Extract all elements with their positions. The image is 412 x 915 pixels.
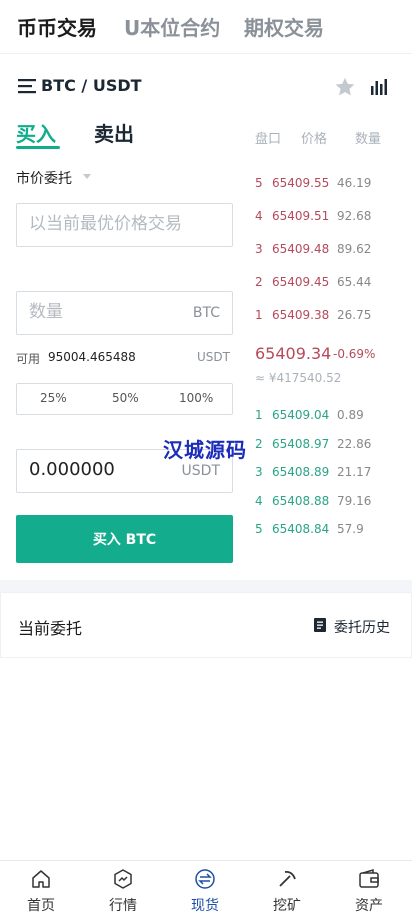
nav-home[interactable]: 首页: [0, 861, 82, 915]
nav-spot[interactable]: 现货: [164, 861, 246, 915]
section-divider: [0, 580, 412, 592]
bid-qty: 0.89: [337, 408, 364, 422]
nav-label: 行情: [109, 898, 137, 914]
orderbook-header-qty: 数量: [355, 132, 382, 147]
bid-level: 4: [255, 494, 263, 508]
bid-price: 65408.89: [272, 465, 330, 479]
ask-qty: 89.62: [337, 242, 372, 256]
mining-icon: [279, 870, 296, 887]
nav-label: 挖矿: [273, 898, 301, 914]
buy-tab[interactable]: 买入: [16, 118, 56, 147]
nav-mining[interactable]: 挖矿: [246, 861, 328, 915]
orderbook-header-price: 价格: [301, 132, 328, 147]
available-value: 95004.465488: [48, 350, 136, 364]
ask-level: 1: [255, 308, 263, 322]
active-tab-underline: [16, 146, 60, 149]
ask-price: 65409.48: [272, 242, 330, 256]
ask-qty: 92.68: [337, 209, 372, 223]
total-unit: USDT: [181, 463, 220, 479]
bid-level: 3: [255, 465, 263, 479]
amount-field[interactable]: BTC: [16, 291, 233, 335]
ask-level: 5: [255, 176, 263, 190]
buy-btc-button[interactable]: 买入 BTC: [16, 515, 233, 563]
bid-qty: 21.17: [337, 465, 372, 479]
order-type-select[interactable]: 市价委托: [16, 168, 72, 188]
total-input[interactable]: [29, 459, 169, 480]
current-orders-section: 当前委托 委托历史: [0, 592, 412, 658]
amount-unit: BTC: [192, 305, 220, 321]
ask-qty: 26.75: [337, 308, 372, 322]
available-unit: USDT: [197, 350, 230, 364]
caret-down-icon[interactable]: [83, 174, 91, 179]
ask-level: 2: [255, 275, 263, 289]
ask-price: 65409.55: [272, 176, 330, 190]
document-icon: [314, 618, 326, 632]
bid-level: 1: [255, 408, 263, 422]
bid-qty: 57.9: [337, 522, 364, 536]
bottom-nav: 首页 行情 现货 挖矿 资产: [0, 860, 412, 915]
bid-qty: 22.86: [337, 437, 372, 451]
kline-chart-icon[interactable]: [370, 78, 388, 96]
bid-price: 65408.97: [272, 437, 330, 451]
watermark-text: 汉城源码: [163, 438, 247, 462]
home-icon: [32, 870, 50, 888]
available-label: 可用: [16, 352, 41, 366]
tab-spot-trading[interactable]: 币币交易: [17, 12, 97, 41]
price-change: -0.69%: [333, 347, 376, 361]
ask-level: 4: [255, 209, 263, 223]
pair-header: BTC / USDT: [0, 72, 412, 102]
price-cny: ≈ ¥417540.52: [255, 371, 342, 385]
percent-selector: 25% 50% 100%: [16, 383, 233, 415]
ask-qty: 46.19: [337, 176, 372, 190]
last-price: 65409.34: [255, 344, 332, 363]
nav-label: 首页: [27, 898, 55, 914]
ask-qty: 65.44: [337, 275, 372, 289]
nav-label: 现货: [191, 898, 219, 914]
pair-name[interactable]: BTC / USDT: [41, 76, 142, 95]
amount-input[interactable]: [29, 302, 169, 322]
bid-level: 5: [255, 522, 263, 536]
bid-price: 65408.84: [272, 522, 330, 536]
tab-usdt-futures[interactable]: U本位合约: [124, 12, 220, 41]
sell-tab[interactable]: 卖出: [94, 118, 134, 147]
bid-qty: 79.16: [337, 494, 372, 508]
percent-25-button[interactable]: 25%: [40, 391, 67, 405]
current-orders-title: 当前委托: [18, 619, 83, 638]
menu-lines-icon[interactable]: [18, 78, 36, 94]
top-tabs: 币币交易 U本位合约 期权交易: [0, 0, 412, 54]
percent-100-button[interactable]: 100%: [179, 391, 213, 405]
bid-price: 65408.88: [272, 494, 330, 508]
nav-assets[interactable]: 资产: [328, 861, 410, 915]
nav-market[interactable]: 行情: [82, 861, 164, 915]
wallet-icon: [359, 868, 379, 888]
star-icon[interactable]: [334, 76, 356, 98]
price-input[interactable]: [29, 214, 224, 234]
order-history-label: 委托历史: [334, 620, 390, 636]
market-icon: [114, 869, 132, 889]
ask-level: 3: [255, 242, 263, 256]
bid-price: 65409.04: [272, 408, 330, 422]
bid-level: 2: [255, 437, 263, 451]
orderbook-header-depth: 盘口: [255, 132, 282, 147]
tab-options-trading[interactable]: 期权交易: [244, 12, 324, 41]
price-field[interactable]: [16, 203, 233, 247]
percent-50-button[interactable]: 50%: [112, 391, 139, 405]
exchange-icon: [195, 869, 215, 889]
nav-label: 资产: [355, 898, 383, 914]
ask-price: 65409.38: [272, 308, 330, 322]
ask-price: 65409.45: [272, 275, 330, 289]
ask-price: 65409.51: [272, 209, 330, 223]
